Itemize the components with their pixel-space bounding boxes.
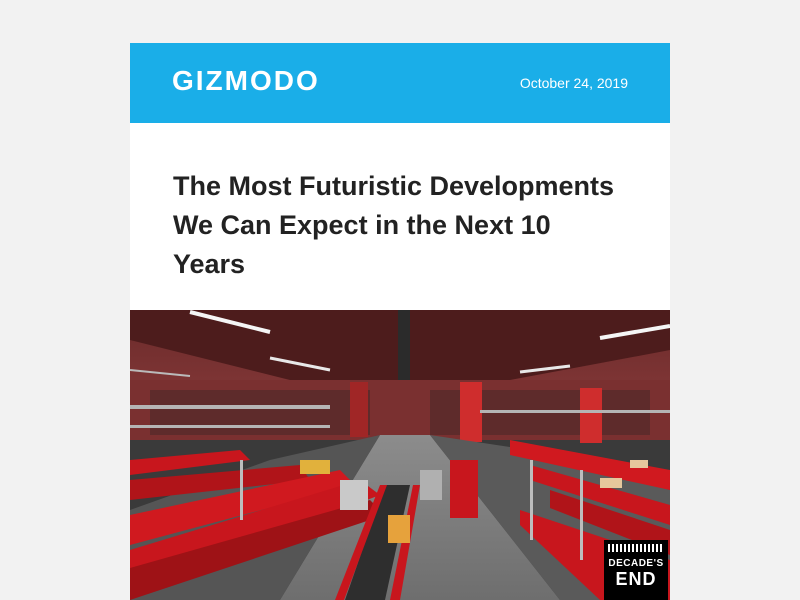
publish-date: October 24, 2019: [519, 75, 628, 91]
gizmodo-logo[interactable]: GIZMODO: [172, 65, 320, 97]
badge-line2: END: [615, 569, 657, 589]
decades-end-badge: DECADE'S END: [604, 540, 668, 600]
article-headline[interactable]: The Most Futuristic Developments We Can …: [130, 123, 670, 279]
email-container: GIZMODO October 24, 2019 The Most Futuri…: [130, 43, 670, 600]
email-header: GIZMODO October 24, 2019: [130, 43, 670, 123]
warehouse-photo-icon: [130, 310, 670, 600]
badge-strip: [608, 544, 664, 552]
badge-line1: DECADE'S: [608, 558, 664, 569]
hero-image[interactable]: DECADE'S END: [130, 310, 670, 600]
